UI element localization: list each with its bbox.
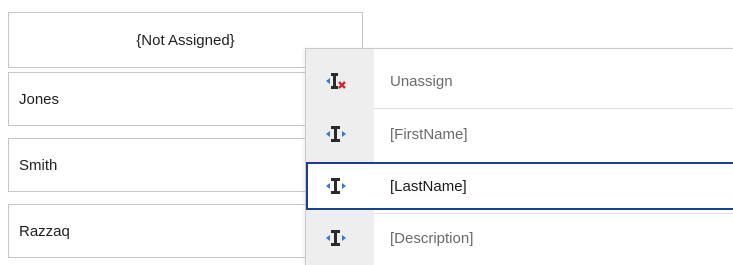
field-assign-context-menu: Unassign [FirstName] [LastName] [Descrip… bbox=[305, 48, 733, 265]
menu-item-lastname[interactable]: [LastName] bbox=[306, 162, 733, 210]
list-item-label: Smith bbox=[19, 156, 58, 174]
menu-item-unassign[interactable]: Unassign bbox=[306, 57, 733, 105]
menu-divider bbox=[374, 108, 733, 109]
not-assigned-label: {Not Assigned} bbox=[136, 31, 235, 49]
menu-item-label: [Description] bbox=[390, 229, 474, 247]
menu-item-label: [LastName] bbox=[390, 177, 467, 195]
list-item-label: Jones bbox=[19, 90, 60, 108]
field-icon bbox=[324, 122, 348, 146]
menu-item-label: [FirstName] bbox=[390, 125, 468, 143]
list-item-label: Razzaq bbox=[19, 222, 70, 240]
menu-item-label: Unassign bbox=[390, 72, 453, 90]
unassign-field-icon bbox=[324, 69, 348, 93]
field-icon bbox=[324, 174, 348, 198]
menu-item-description[interactable]: [Description] bbox=[306, 214, 733, 262]
field-icon bbox=[324, 226, 348, 250]
menu-item-firstname[interactable]: [FirstName] bbox=[306, 110, 733, 158]
